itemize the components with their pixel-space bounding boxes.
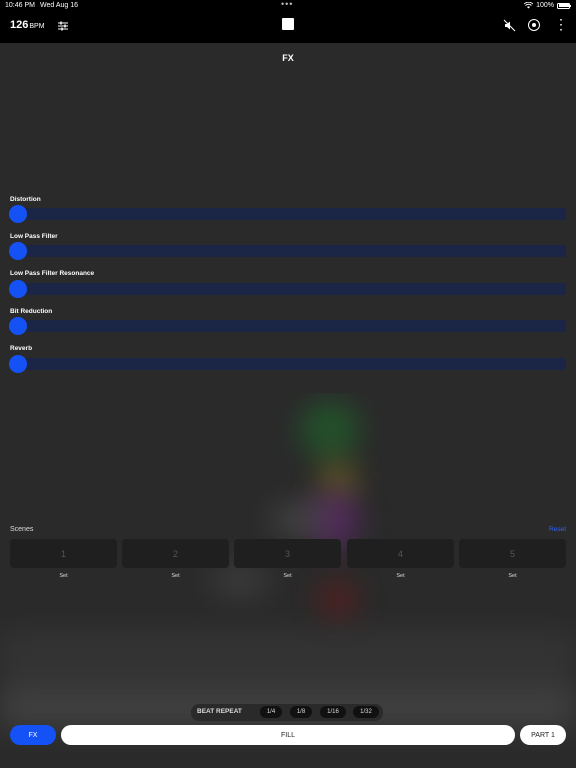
battery-icon [557, 2, 571, 9]
mute-icon[interactable] [503, 19, 516, 32]
reset-button[interactable]: Reset [549, 526, 566, 533]
slider-label-low-pass-filter-resonance: Low Pass Filter Resonance [10, 270, 95, 277]
scene-pad-2[interactable]: 2 [122, 539, 229, 568]
more-icon[interactable]: ⋮ [554, 17, 568, 31]
slider-track-bit-reduction[interactable] [10, 320, 566, 332]
stop-button[interactable] [282, 18, 294, 30]
beat-repeat-thirtysecond-button[interactable]: 1/32 [353, 706, 379, 718]
tempo-display[interactable]: 126BPM [10, 19, 45, 31]
scene-pad-4[interactable]: 4 [347, 539, 454, 568]
panel-title: FX [282, 53, 294, 63]
beat-repeat-sixteenth-button[interactable]: 1/16 [320, 706, 346, 718]
slider-thumb-bit-reduction[interactable] [9, 317, 27, 335]
slider-track-low-pass-filter[interactable] [10, 245, 566, 257]
status-time: 10:46 PM [5, 2, 35, 9]
beat-repeat-bar: BEAT REPEAT 1/4 1/8 1/16 1/32 [191, 704, 383, 721]
slider-track-reverb[interactable] [10, 358, 566, 370]
slider-thumb-reverb[interactable] [9, 355, 27, 373]
slider-thumb-low-pass-filter-resonance[interactable] [9, 280, 27, 298]
status-date: Wed Aug 16 [40, 2, 79, 9]
mixer-icon[interactable] [57, 20, 69, 32]
record-icon[interactable] [528, 19, 540, 31]
slider-track-distortion[interactable] [10, 208, 566, 220]
scene-set-button-5[interactable]: Set [459, 573, 566, 579]
scene-pad-3[interactable]: 3 [234, 539, 341, 568]
slider-track-low-pass-filter-resonance[interactable] [10, 283, 566, 295]
bpm-unit: BPM [29, 23, 45, 30]
bpm-value: 126 [10, 19, 29, 31]
scene-set-button-3[interactable]: Set [234, 573, 341, 579]
toolbar: 126BPM ⋮ [0, 12, 576, 43]
slider-thumb-low-pass-filter[interactable] [9, 242, 27, 260]
battery-percent: 100% [536, 2, 554, 9]
slider-label-bit-reduction: Bit Reduction [10, 308, 53, 315]
slider-label-low-pass-filter: Low Pass Filter [10, 233, 58, 240]
scene-pad-1[interactable]: 1 [10, 539, 117, 568]
status-bar: 10:46 PM Wed Aug 16 ••• 100% [0, 0, 576, 12]
part-button[interactable]: PART 1 [520, 725, 566, 745]
beat-repeat-label: BEAT REPEAT [197, 708, 242, 715]
wifi-icon [524, 2, 534, 9]
scene-set-button-1[interactable]: Set [10, 573, 117, 579]
slider-label-distortion: Distortion [10, 196, 41, 203]
beat-repeat-quarter-button[interactable]: 1/4 [260, 706, 282, 718]
fx-button[interactable]: FX [10, 725, 56, 745]
scene-set-button-2[interactable]: Set [122, 573, 229, 579]
scene-pad-5[interactable]: 5 [459, 539, 566, 568]
scenes-label: Scenes [10, 526, 34, 533]
slider-label-reverb: Reverb [10, 345, 33, 352]
fill-button[interactable]: FILL [61, 725, 515, 745]
scene-set-button-4[interactable]: Set [347, 573, 454, 579]
multitask-dots[interactable]: ••• [281, 0, 293, 9]
beat-repeat-eighth-button[interactable]: 1/8 [290, 706, 312, 718]
slider-thumb-distortion[interactable] [9, 205, 27, 223]
